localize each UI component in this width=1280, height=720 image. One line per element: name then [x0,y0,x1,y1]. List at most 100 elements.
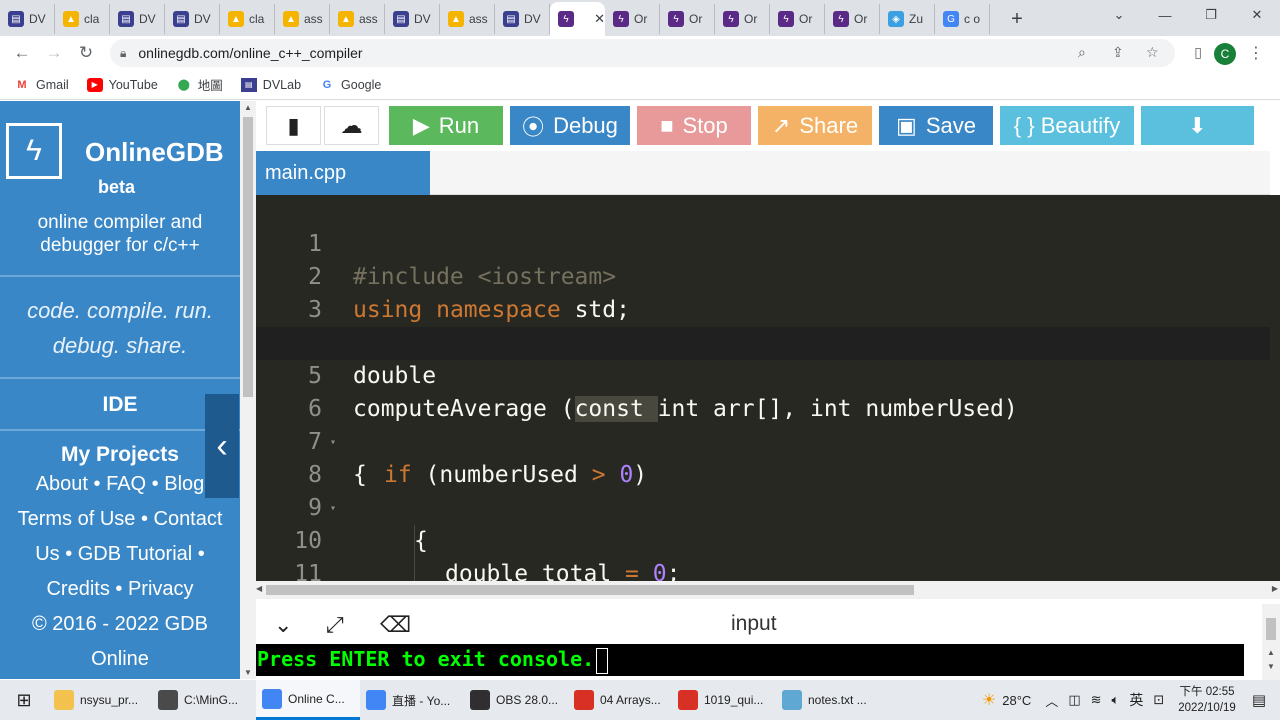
file-tab-main-cpp[interactable]: main.cpp [256,151,430,195]
taskbar-app[interactable]: 04 Arrays... [568,680,672,720]
notification-icon[interactable]: ▤ [1252,691,1266,709]
page-scrollbar[interactable]: ▲ ▼ [240,101,256,679]
browser-tab[interactable]: ▤ DV [165,4,220,34]
code-editor[interactable]: 1 #include <iostream> 2 using namespace … [256,195,1270,581]
browser-tab[interactable]: ▤ DV [110,4,165,34]
forward-icon[interactable]: → [38,37,70,69]
browser-tab[interactable]: ▲ ass [330,4,385,34]
reload-icon[interactable]: ↻ [70,37,102,69]
chevron-down-icon[interactable]: ⌄ [1096,0,1142,30]
scroll-right-icon[interactable]: ▶ [1272,584,1278,593]
links-line-3[interactable]: Us • GDB Tutorial • [0,537,240,572]
browser-tab[interactable]: ϟ Or [825,4,880,34]
scroll-down-icon[interactable]: ▼ [240,668,256,677]
bookmark-gmail[interactable]: M Gmail [14,78,68,92]
browser-tab[interactable]: ◈ Zu [880,4,935,34]
scroll-left-icon[interactable]: ◀ [256,584,262,593]
stop-button[interactable]: ■ Stop [637,106,751,145]
bookmark-dvlab[interactable]: ▤ DVLab [240,77,301,92]
scrollbar-thumb[interactable] [243,117,253,397]
debug-button[interactable]: ⦿ Debug [510,106,630,145]
scroll-down-icon[interactable]: ▼ [1267,662,1275,671]
download-button[interactable]: ⬇ [1141,106,1254,145]
beautify-button[interactable]: { } Beautify [1000,106,1134,145]
clear-console-icon[interactable]: ⌫ [380,612,411,638]
browser-tab[interactable]: ▲ cla [55,4,110,34]
wifi-icon[interactable]: ≋ [1091,692,1102,708]
share-page-icon[interactable]: ⇪ [1112,44,1124,61]
new-tab-button[interactable]: + [1002,4,1032,34]
scrollbar-thumb[interactable] [1266,618,1276,640]
links-line-1[interactable]: About • FAQ • Blog [0,467,240,502]
expand-icon[interactable]: ⤢ [326,612,344,638]
chevron-up-icon[interactable]: ︿ [1045,691,1058,710]
nav-ide[interactable]: IDE [0,393,240,417]
network-icon[interactable]: ◫ [1068,692,1080,708]
back-icon[interactable]: ← [6,37,38,69]
menu-dots-icon[interactable]: ⋮ [1248,43,1264,63]
bookmark-maps[interactable]: ⬤ 地圖 [176,75,223,94]
run-button[interactable]: ▶ Run [389,106,503,145]
browser-tab[interactable]: ▤ DV [0,4,55,34]
browser-tab[interactable]: ▲ cla [220,4,275,34]
bookmark-star-icon[interactable]: ☆ [1146,44,1159,61]
editor-horizontal-scrollbar[interactable]: ◀ ▶ [256,581,1280,599]
links-line-4[interactable]: Credits • Privacy [0,572,240,607]
gmail-icon: M [17,78,27,91]
scroll-up-icon[interactable]: ▲ [240,103,256,112]
start-button[interactable]: ⊞ [0,680,48,720]
taskbar-app[interactable]: nsysu_pr... [48,680,152,720]
browser-tab[interactable]: ▤ DV [385,4,440,34]
browser-tab[interactable]: ϟ ✕ [550,2,605,36]
divider [0,377,240,379]
ime-indicator[interactable]: 英 [1129,690,1143,710]
upload-button[interactable]: ☁ [324,106,379,145]
input-mode-icon[interactable]: ⊡ [1153,692,1164,708]
taskbar-app[interactable]: 1019_qui... [672,680,776,720]
clock[interactable]: 下午 02:55 2022/10/19 [1178,684,1236,716]
close-window-button[interactable]: ✕ [1234,0,1280,30]
taskbar-app[interactable]: OBS 28.0... [464,680,568,720]
side-panel-icon[interactable]: ▯ [1194,44,1202,61]
new-file-button[interactable]: ▮ [266,106,321,145]
share-button[interactable]: ↗ Share [758,106,872,145]
floppy-icon: ▣ [896,112,917,138]
taskbar-app[interactable]: C:\MinG... [152,680,256,720]
lock-icon[interactable]: 🔒︎ [120,46,126,61]
save-button[interactable]: ▣ Save [879,106,993,145]
scroll-up-icon[interactable]: ▲ [1267,648,1275,657]
browser-tab[interactable]: Gc o [935,4,990,34]
volume-icon[interactable]: 🔈︎ [1112,692,1120,708]
browser-tab[interactable]: ▲ ass [275,4,330,34]
links-line-2[interactable]: Terms of Use • Contact [0,502,240,537]
collapse-sidebar-button[interactable]: ‹ [205,394,239,498]
zoom-icon[interactable]: ⌕ [1078,44,1086,61]
scrollbar-thumb[interactable] [266,585,914,595]
browser-tab[interactable]: ϟ Or [770,4,825,34]
onlinegdb-logo[interactable]: ϟ [6,123,62,179]
browser-tab[interactable]: ▲ ass [440,4,495,34]
console-scrollbar[interactable]: ▲ ▼ [1262,604,1280,680]
taskbar-app[interactable]: notes.txt ... [776,680,880,720]
bookmark-google[interactable]: G Google [319,78,382,92]
chevron-down-icon[interactable]: ⌄ [274,612,292,638]
console-output[interactable]: Press ENTER to exit console. [256,644,1244,676]
nav-my-projects[interactable]: My Projects [0,443,240,467]
taskbar-app[interactable]: 直播 - Yo... [360,680,464,720]
editor-vertical-scrollbar[interactable] [1270,195,1280,581]
profile-avatar[interactable]: C [1214,43,1236,65]
minimize-button[interactable]: — [1142,0,1188,30]
temperature[interactable]: 28°C [1002,693,1031,708]
bookmark-youtube[interactable]: ▶ YouTube [86,77,158,92]
browser-tab[interactable]: ϟ Or [605,4,660,34]
browser-tab[interactable]: ϟ Or [660,4,715,34]
browser-tab[interactable]: ▤ DV [495,4,550,34]
taskbar-app[interactable]: Online C... [256,680,360,720]
url-text[interactable]: onlinegdb.com/online_c++_compiler [138,45,362,61]
close-tab-icon[interactable]: ✕ [594,11,605,27]
browser-tab[interactable]: ϟ Or [715,4,770,34]
brand-name[interactable]: OnlineGDB [85,137,224,168]
restore-button[interactable]: ❐ [1188,0,1234,30]
weather-icon[interactable]: ☀ [982,690,996,710]
url-bar[interactable]: 🔒︎ onlinegdb.com/online_c++_compiler ⌕ ⇪… [110,39,1175,67]
